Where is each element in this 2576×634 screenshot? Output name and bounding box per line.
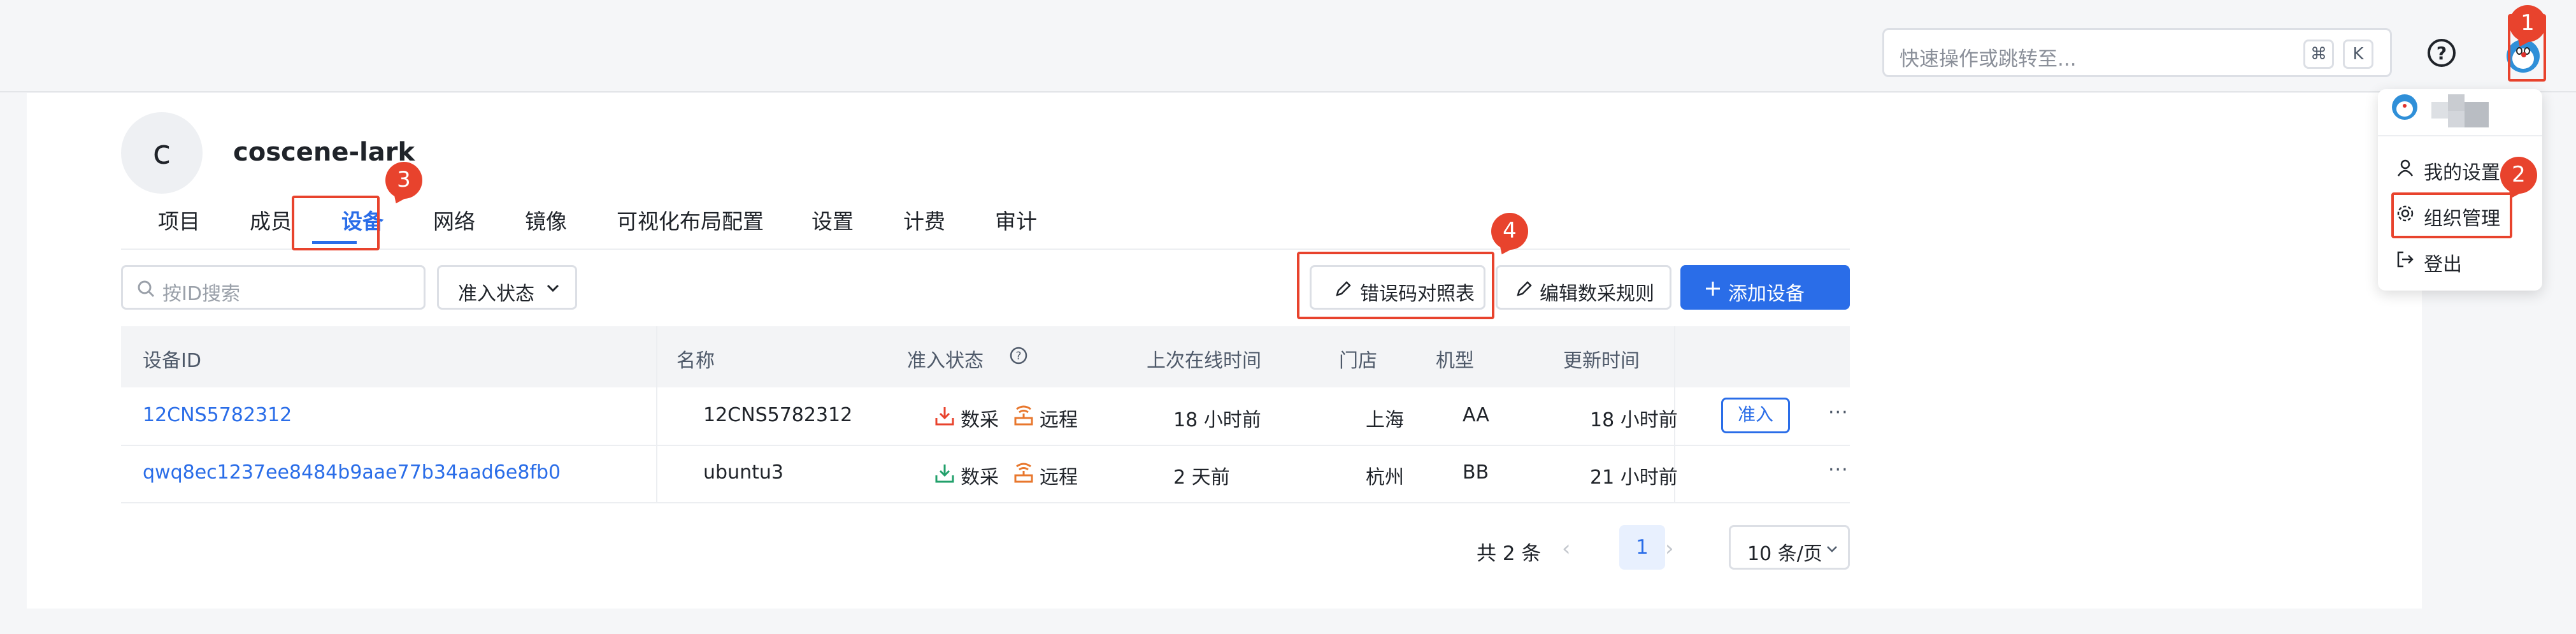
last-online: 2 天前 (1173, 466, 1230, 489)
main-card: c coscene-lark 项目 成员 设备 网络 镜像 可视化布局配置 设置… (27, 93, 2422, 609)
tab-images[interactable]: 镜像 (525, 205, 567, 235)
last-online: 18 小时前 (1173, 409, 1261, 431)
menu-my-settings[interactable]: 我的设置 (2424, 157, 2500, 185)
logout-icon (2397, 251, 2414, 268)
add-device-label: 添加设备 (1728, 283, 1805, 305)
table-header: 设备ID 名称 准入状态 ? 上次在线时间 门店 机型 更新时间 (121, 326, 1850, 387)
highlight-box-2 (2391, 192, 2512, 238)
edit-collection-rules-label: 编辑数采规则 (1540, 283, 1654, 305)
col-name: 名称 (676, 350, 715, 372)
search-icon (138, 280, 155, 298)
edit-icon (1517, 281, 1532, 296)
status-filter-select[interactable]: 准入状态 (437, 265, 577, 310)
add-device-button[interactable]: 添加设备 (1680, 265, 1850, 310)
highlight-box-4 (1297, 252, 1494, 319)
step-badge-4: 4 (1491, 213, 1528, 250)
more-icon[interactable]: ··· (1828, 459, 1849, 481)
status-filter-label: 准入状态 (458, 283, 534, 305)
col-store: 门店 (1339, 350, 1377, 372)
updated-time: 18 小时前 (1590, 409, 1678, 431)
approve-button[interactable]: 准入 (1721, 398, 1790, 433)
step-badge-2: 2 (2500, 157, 2537, 194)
menu-logout[interactable]: 登出 (2424, 249, 2462, 277)
model: AA (1463, 404, 1489, 426)
remote-label: 远程 (1040, 466, 1078, 489)
pagination-total: 共 2 条 (1477, 542, 1542, 565)
plus-icon (1706, 282, 1720, 296)
org-name: coscene-lark (233, 138, 415, 167)
col-model: 机型 (1436, 350, 1474, 372)
page-size-select[interactable]: 10 条/页 (1729, 525, 1850, 570)
col-last-online: 上次在线时间 (1147, 350, 1261, 372)
user-icon (2397, 159, 2414, 177)
quick-action-search[interactable]: 快速操作或跳转至... ⌘ K (1882, 28, 2392, 77)
chevron-down-icon (547, 284, 559, 292)
step-badge-3: 3 (385, 162, 422, 199)
tab-divider (121, 249, 1850, 250)
data-collection-icon (935, 407, 954, 426)
tab-members[interactable]: 成员 (250, 205, 292, 235)
col-updated: 更新时间 (1563, 350, 1640, 372)
more-icon[interactable]: ··· (1828, 401, 1849, 424)
store: 上海 (1366, 409, 1404, 431)
tab-settings[interactable]: 设置 (812, 205, 854, 235)
table-row: qwq8ec1237ee8484b9aae77b34aad6e8fb0 ubun… (121, 445, 1850, 503)
data-collection-label: 数采 (961, 409, 999, 431)
user-avatar-small (2392, 94, 2417, 120)
tab-billing[interactable]: 计费 (903, 205, 945, 235)
help-icon[interactable]: ? (2428, 39, 2456, 67)
org-avatar: c (121, 112, 203, 194)
page-number-1[interactable]: 1 (1619, 525, 1665, 570)
model: BB (1463, 461, 1489, 484)
id-search-input[interactable]: 按ID搜索 (121, 265, 426, 310)
prev-page-icon[interactable]: ‹ (1562, 536, 1571, 561)
doraemon-avatar-icon (2392, 94, 2417, 120)
col-device-id: 设备ID (143, 350, 201, 372)
edit-collection-rules-button[interactable]: 编辑数采规则 (1496, 265, 1671, 310)
quick-action-placeholder: 快速操作或跳转至... (1900, 48, 2077, 71)
menu-divider (2378, 135, 2542, 136)
cmd-key-icon: ⌘ (2303, 40, 2334, 69)
id-search-placeholder: 按ID搜索 (162, 283, 240, 305)
updated-time: 21 小时前 (1590, 466, 1678, 489)
next-page-icon[interactable]: › (1665, 536, 1674, 561)
k-key-hint: K (2343, 40, 2373, 69)
svg-text:?: ? (1015, 350, 1021, 363)
highlight-box-3 (292, 196, 380, 250)
page-size-label: 10 条/页 (1747, 543, 1822, 565)
chevron-down-icon (1827, 546, 1837, 552)
info-icon[interactable]: ? (1009, 346, 1028, 365)
blurred-username (2431, 94, 2489, 130)
top-bar: 快速操作或跳转至... ⌘ K ? (0, 0, 2576, 92)
tab-network[interactable]: 网络 (433, 205, 475, 235)
remote-label: 远程 (1040, 409, 1078, 431)
data-collection-icon (935, 465, 954, 483)
col-admission-status: 准入状态 (907, 350, 984, 372)
device-name: 12CNS5782312 (703, 404, 853, 426)
tab-layout-config[interactable]: 可视化布局配置 (617, 205, 764, 235)
device-name: ubuntu3 (703, 461, 784, 484)
store: 杭州 (1366, 466, 1404, 489)
data-collection-label: 数采 (961, 466, 999, 489)
remote-icon (1014, 405, 1033, 426)
table-row: 12CNS5782312 12CNS5782312 数采 远程 18 小时前 上… (121, 387, 1850, 446)
step-badge-1: 1 (2509, 5, 2546, 42)
remote-icon (1014, 463, 1033, 483)
tab-projects[interactable]: 项目 (158, 205, 200, 235)
device-id-link[interactable]: qwq8ec1237ee8484b9aae77b34aad6e8fb0 (143, 461, 561, 484)
tab-audit[interactable]: 审计 (995, 205, 1037, 235)
device-id-link[interactable]: 12CNS5782312 (143, 404, 292, 426)
